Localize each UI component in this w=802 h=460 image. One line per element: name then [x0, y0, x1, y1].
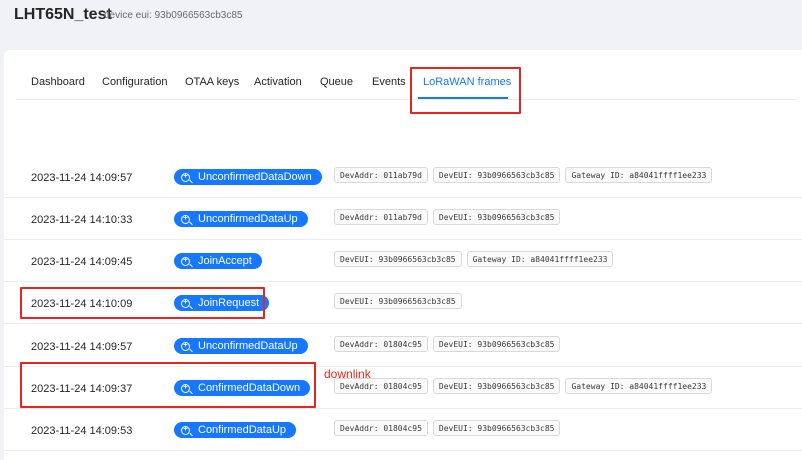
frame-row: 2023-11-24 14:09:53 ConfirmedDataUp DevAdd…: [4, 409, 802, 451]
frame-timestamp: 2023-11-24 14:09:37: [31, 383, 133, 395]
frame-tag: DevEUI: 93b0966563cb3c85: [432, 209, 561, 225]
frame-tags: DevAddr: 011ab79d DevEUI: 93b0966563cb3c8…: [334, 167, 713, 183]
zoom-in-icon: [181, 296, 190, 308]
frame-tag: DevAddr: 011ab79d: [334, 209, 428, 225]
frame-row: 2023-11-24 14:09:45 JoinAccept DevEUI: 93b…: [4, 240, 802, 282]
page-header: LHT65N_test device eui: 93b0966563cb3c85: [0, 0, 802, 48]
frame-row: 2023-11-24 14:10:09 JoinRequest DevEUI: 93…: [4, 282, 802, 324]
frame-timestamp: 2023-11-24 14:09:53: [31, 425, 133, 437]
frame-tag: Gateway ID: a84041ffff1ee233: [565, 378, 713, 394]
frame-tags: DevAddr: 01804c95 DevEUI: 93b0966563cb3c8…: [334, 336, 561, 352]
frame-tags: DevEUI: 93b0966563cb3c85 Gateway ID: a840…: [334, 251, 614, 267]
frame-type-button[interactable]: UnconfirmedDataDown: [174, 169, 322, 185]
downlink-annotation: downlink: [324, 367, 371, 381]
frame-tag: Gateway ID: a84041ffff1ee233: [565, 167, 713, 183]
frame-tag: DevEUI: 93b0966563cb3c85: [432, 420, 561, 436]
frame-tags: DevEUI: 93b0966563cb3c85: [334, 293, 462, 309]
frame-type-button[interactable]: UnconfirmedDataUp: [174, 211, 308, 227]
frame-timestamp: 2023-11-24 14:09:45: [31, 256, 133, 268]
tab-queue[interactable]: Queue: [320, 76, 353, 88]
device-title: LHT65N_test: [14, 6, 112, 23]
frame-tags: DevAddr: 01804c95 DevEUI: 93b0966563cb3c8…: [334, 420, 561, 436]
frame-type-label: JoinRequest: [198, 297, 260, 309]
frame-tag: DevAddr: 01804c95: [334, 336, 428, 352]
frame-type-label: ConfirmedDataUp: [198, 424, 287, 436]
frame-type-button[interactable]: ConfirmedDataUp: [174, 422, 297, 438]
frame-row: 2023-11-24 14:09:57 UnconfirmedDataUp DevA…: [4, 325, 802, 367]
tab-bar: [16, 48, 798, 100]
frame-timestamp: 2023-11-24 14:09:57: [31, 341, 133, 353]
zoom-in-icon: [181, 381, 190, 393]
tab-otaa-keys[interactable]: OTAA keys: [185, 76, 239, 88]
tab-dashboard[interactable]: Dashboard: [31, 76, 85, 88]
zoom-in-icon: [181, 254, 190, 266]
frame-tag: DevEUI: 93b0966563cb3c85: [432, 336, 561, 352]
zoom-in-icon: [181, 212, 190, 224]
frame-type-label: UnconfirmedDataUp: [198, 213, 298, 225]
frame-row: 2023-11-24 14:09:57 UnconfirmedDataDown De…: [4, 156, 802, 198]
frame-timestamp: 2023-11-24 14:09:57: [31, 172, 133, 184]
frame-tags: DevAddr: 01804c95 DevEUI: 93b0966563cb3c8…: [334, 378, 713, 394]
frame-tag: Gateway ID: a84041ffff1ee233: [466, 251, 614, 267]
frame-tags: DevAddr: 011ab79d DevEUI: 93b0966563cb3c8…: [334, 209, 561, 225]
frame-type-label: UnconfirmedDataDown: [198, 171, 312, 183]
frame-tag: DevAddr: 011ab79d: [334, 167, 428, 183]
active-tab-indicator: [418, 97, 508, 99]
frame-tag: DevEUI: 93b0966563cb3c85: [432, 378, 561, 394]
zoom-in-icon: [181, 170, 190, 182]
frame-tag: DevEUI: 93b0966563cb3c85: [432, 167, 561, 183]
frame-timestamp: 2023-11-24 14:10:33: [31, 214, 133, 226]
frame-row: 2023-11-24 14:09:37 ConfirmedDataDown DevA…: [4, 367, 802, 409]
frame-tag: DevEUI: 93b0966563cb3c85: [334, 293, 462, 309]
frame-type-button[interactable]: JoinAccept: [174, 253, 262, 269]
tab-activation[interactable]: Activation: [254, 76, 302, 88]
frame-type-button[interactable]: ConfirmedDataDown: [174, 380, 311, 396]
device-eui-label: device eui: 93b0966563cb3c85: [104, 10, 243, 21]
frame-type-label: UnconfirmedDataUp: [198, 340, 298, 352]
frame-type-label: ConfirmedDataDown: [198, 382, 301, 394]
frame-type-label: JoinAccept: [198, 255, 252, 267]
tab-lorawan-frames[interactable]: LoRaWAN frames: [423, 76, 511, 88]
frame-tag: DevEUI: 93b0966563cb3c85: [334, 251, 462, 267]
zoom-in-icon: [181, 423, 190, 435]
frame-type-button[interactable]: JoinRequest: [174, 295, 270, 311]
frame-timestamp: 2023-11-24 14:10:09: [31, 298, 133, 310]
frame-type-button[interactable]: UnconfirmedDataUp: [174, 338, 308, 354]
tab-configuration[interactable]: Configuration: [102, 76, 167, 88]
frame-tag: DevAddr: 01804c95: [334, 420, 428, 436]
tab-events[interactable]: Events: [372, 76, 406, 88]
zoom-in-icon: [181, 339, 190, 351]
frame-row: 2023-11-24 14:10:33 UnconfirmedDataUp DevA…: [4, 198, 802, 240]
